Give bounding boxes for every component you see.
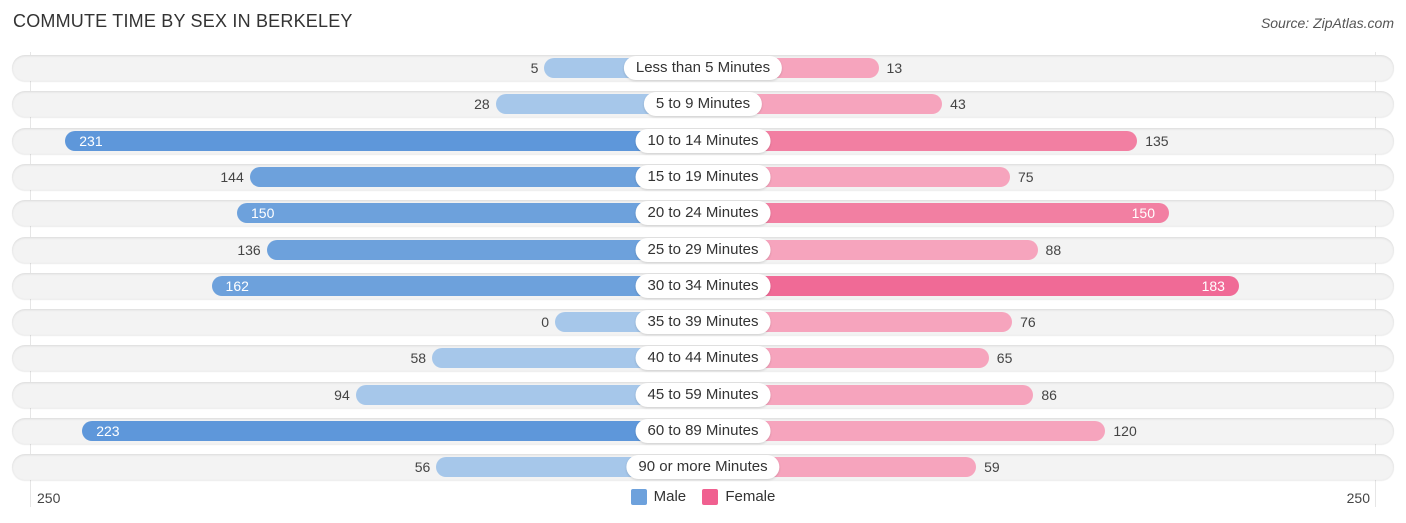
legend-item-female[interactable]: Female xyxy=(702,488,775,505)
category-label: 20 to 24 Minutes xyxy=(635,201,771,225)
source-label: Source: ZipAtlas.com xyxy=(1260,15,1394,31)
category-label: Less than 5 Minutes xyxy=(623,56,783,80)
legend: Male Female xyxy=(0,488,1406,509)
value-label-female: 59 xyxy=(984,459,1000,475)
female-swatch-icon xyxy=(702,488,719,505)
category-label: 5 to 9 Minutes xyxy=(643,92,763,116)
value-label-female: 88 xyxy=(1045,242,1062,258)
legend-label-female: Female xyxy=(725,488,776,505)
value-label-male: 144 xyxy=(220,169,244,185)
bar-male[interactable] xyxy=(65,131,703,151)
category-label: 35 to 39 Minutes xyxy=(635,310,771,334)
category-label: 40 to 44 Minutes xyxy=(635,346,771,370)
bar-male[interactable] xyxy=(237,203,703,223)
category-label: 60 to 89 Minutes xyxy=(635,419,771,443)
value-label-female: 120 xyxy=(1113,423,1137,439)
value-label-female: 13 xyxy=(886,60,903,76)
bar-male[interactable] xyxy=(211,276,703,296)
legend-label-male: Male xyxy=(653,488,687,505)
value-label-male: 150 xyxy=(251,205,275,221)
value-label-male: 94 xyxy=(334,387,350,403)
legend-item-male[interactable]: Male xyxy=(630,488,687,505)
value-label-male: 162 xyxy=(225,278,249,294)
category-label: 90 or more Minutes xyxy=(626,455,780,479)
value-label-female: 135 xyxy=(1145,133,1169,149)
value-label-female: 183 xyxy=(1201,278,1225,294)
value-label-male: 28 xyxy=(474,96,490,112)
value-label-female: 43 xyxy=(950,96,966,112)
chart-title: COMMUTE TIME BY SEX IN BERKELEY xyxy=(13,11,353,31)
male-swatch-icon xyxy=(630,488,647,505)
value-label-female: 65 xyxy=(996,350,1013,366)
bar-male[interactable] xyxy=(82,421,703,441)
category-label: 45 to 59 Minutes xyxy=(635,383,771,407)
value-label-female: 75 xyxy=(1018,169,1034,185)
value-label-female: 150 xyxy=(1131,205,1155,221)
value-label-male: 136 xyxy=(237,242,261,258)
value-label-male: 56 xyxy=(414,459,431,475)
value-label-female: 76 xyxy=(1020,314,1036,330)
value-label-male: 58 xyxy=(410,350,427,366)
category-label: 15 to 19 Minutes xyxy=(635,165,771,189)
value-label-male: 0 xyxy=(541,314,549,330)
category-label: 30 to 34 Minutes xyxy=(635,274,771,298)
value-label-female: 86 xyxy=(1041,387,1057,403)
value-label-male: 231 xyxy=(79,133,103,149)
value-label-male: 5 xyxy=(530,60,539,76)
category-label: 25 to 29 Minutes xyxy=(635,238,771,262)
category-label: 10 to 14 Minutes xyxy=(635,129,771,153)
value-label-male: 223 xyxy=(96,423,120,439)
bar-female[interactable] xyxy=(703,276,1239,296)
bar-female[interactable] xyxy=(703,203,1169,223)
